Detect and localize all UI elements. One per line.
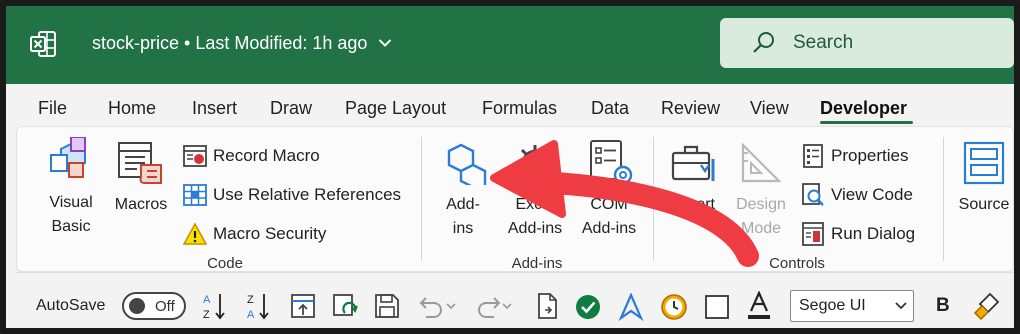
add-ins-label-1[interactable]: Add- — [437, 193, 489, 216]
group-label-controls: Controls — [769, 255, 825, 272]
save-icon[interactable] — [374, 293, 400, 319]
properties-icon — [803, 144, 823, 168]
record-macro-icon — [183, 145, 207, 167]
design-mode-label-1[interactable]: Design — [729, 193, 793, 216]
format-painter-icon[interactable] — [972, 291, 1002, 321]
use-relative-references-button[interactable]: Use Relative References — [213, 185, 401, 205]
sort-ascending-icon[interactable]: A Z — [202, 291, 228, 321]
warning-icon — [183, 222, 207, 245]
border-icon[interactable] — [704, 294, 730, 320]
run-dialog-button[interactable]: Run Dialog — [831, 224, 915, 244]
add-ins-label-2[interactable]: ins — [437, 217, 489, 240]
sort-descending-icon[interactable]: Z A — [246, 291, 272, 321]
quick-access-toolbar: AutoSave Off A Z Z A Segoe UI B — [16, 272, 1014, 328]
design-mode-label-2[interactable]: Mode — [729, 217, 793, 240]
com-add-ins-icon — [590, 140, 633, 185]
autosave-state: Off — [155, 298, 175, 315]
svg-text:Z: Z — [247, 294, 254, 306]
macros-icon — [118, 142, 162, 184]
tab-developer[interactable]: Developer — [820, 98, 907, 119]
search-icon — [753, 32, 774, 53]
tab-draw[interactable]: Draw — [270, 98, 312, 119]
search-placeholder: Search — [793, 32, 854, 53]
com-add-ins-label-1[interactable]: COM — [573, 193, 645, 216]
record-macro-button[interactable]: Record Macro — [213, 146, 320, 166]
title-bar: stock-price • Last Modified: 1h ago Sear… — [6, 6, 1014, 84]
toggle-knob — [129, 298, 145, 314]
chevron-down-icon[interactable] — [378, 36, 392, 50]
view-code-button[interactable]: View Code — [831, 185, 913, 205]
visual-basic-label-2[interactable]: Basic — [43, 215, 99, 238]
excel-app-icon[interactable] — [30, 30, 56, 58]
tab-home[interactable]: Home — [108, 98, 156, 119]
chevron-down-icon — [895, 302, 907, 310]
group-separator — [943, 137, 944, 261]
toolbox-icon — [671, 145, 715, 181]
svg-text:A: A — [203, 294, 211, 306]
font-family-value: Segoe UI — [799, 297, 866, 314]
excel-add-ins-label-2[interactable]: Add-ins — [499, 217, 571, 240]
design-mode-icon — [741, 142, 782, 183]
excel-window: stock-price • Last Modified: 1h ago Sear… — [0, 0, 1020, 334]
clock-icon[interactable] — [660, 293, 688, 321]
new-file-icon[interactable] — [536, 292, 560, 320]
properties-button[interactable]: Properties — [831, 146, 908, 166]
tab-formulas[interactable]: Formulas — [482, 98, 557, 119]
freeze-panes-icon[interactable] — [290, 293, 316, 319]
svg-text:Z: Z — [203, 309, 210, 321]
visual-basic-label-1[interactable]: Visual — [43, 191, 99, 214]
draw-pen-icon[interactable] — [618, 293, 644, 321]
font-family-select[interactable]: Segoe UI — [790, 290, 914, 322]
autosave-toggle[interactable]: Off — [122, 292, 186, 320]
tab-file[interactable]: File — [38, 98, 67, 119]
group-separator — [421, 137, 422, 261]
relative-references-icon — [183, 184, 207, 206]
active-tab-indicator — [820, 121, 913, 124]
ribbon-tabs: File Home Insert Draw Page Layout Formul… — [6, 84, 1014, 128]
excel-add-ins-label-1[interactable]: Excel — [499, 193, 571, 216]
insert-control-button[interactable]: Insert — [665, 193, 725, 216]
tab-view[interactable]: View — [750, 98, 789, 119]
redo-icon[interactable] — [472, 293, 514, 319]
tab-insert[interactable]: Insert — [192, 98, 237, 119]
font-color-icon[interactable] — [746, 291, 772, 321]
com-add-ins-label-2[interactable]: Add-ins — [573, 217, 645, 240]
run-dialog-icon — [802, 222, 824, 246]
ribbon-panel: Visual Basic Macros Record Macro Use Rel… — [16, 126, 1014, 272]
add-ins-icon — [447, 143, 487, 185]
tab-review[interactable]: Review — [661, 98, 720, 119]
source-icon — [963, 141, 1005, 185]
autosave-label: AutoSave — [36, 297, 106, 314]
tab-data[interactable]: Data — [591, 98, 629, 119]
bold-button[interactable]: B — [936, 295, 950, 317]
macros-button[interactable]: Macros — [109, 193, 173, 216]
svg-text:A: A — [247, 309, 255, 321]
tab-page-layout[interactable]: Page Layout — [345, 98, 446, 119]
macro-security-button[interactable]: Macro Security — [213, 224, 326, 244]
group-separator — [653, 137, 654, 261]
visual-basic-icon — [50, 137, 86, 178]
refresh-all-icon[interactable] — [332, 293, 358, 319]
group-label-code: Code — [207, 255, 243, 272]
source-button[interactable]: Source — [953, 193, 1014, 216]
undo-icon[interactable] — [416, 293, 458, 319]
check-icon[interactable] — [574, 293, 602, 321]
view-code-icon — [802, 183, 824, 206]
search-box[interactable]: Search — [720, 18, 1014, 68]
gear-icon — [517, 145, 553, 181]
document-title[interactable]: stock-price • Last Modified: 1h ago — [92, 33, 367, 54]
group-label-add-ins: Add-ins — [511, 255, 563, 272]
